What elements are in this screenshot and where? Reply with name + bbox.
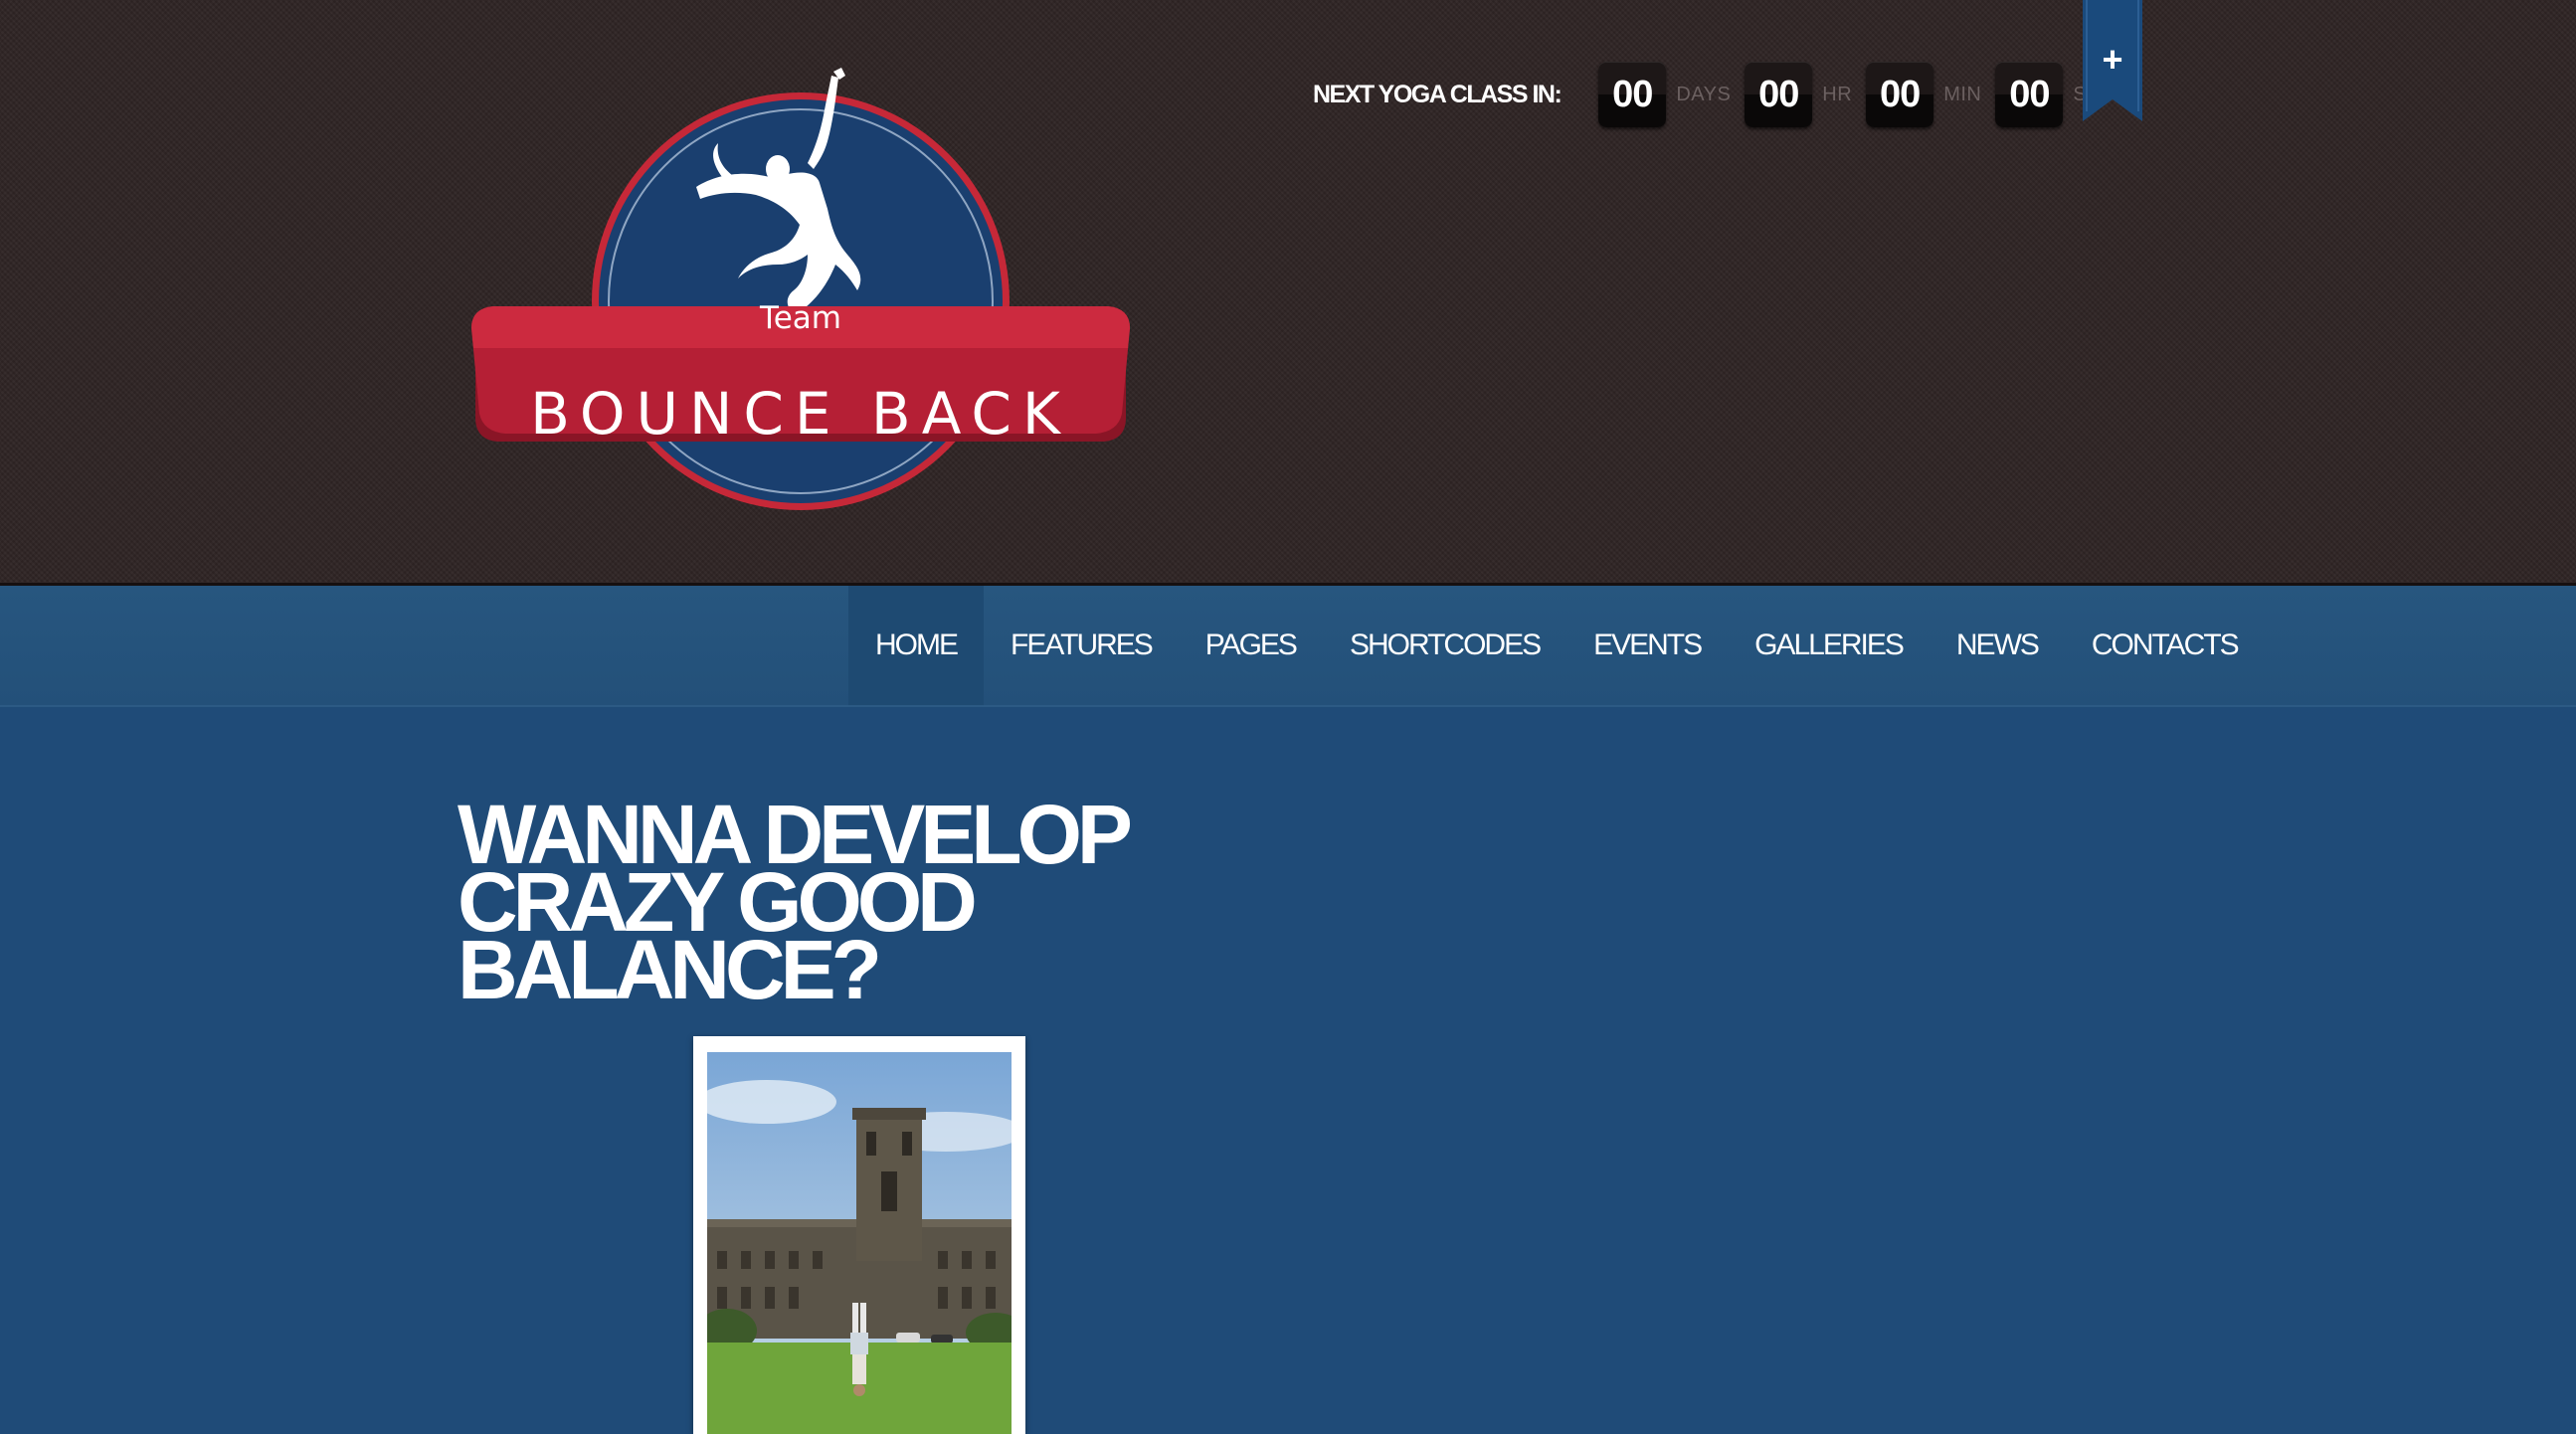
site-logo[interactable]: Team BOUNCE BACK (458, 60, 1154, 537)
nav-item-home[interactable]: HOME (848, 586, 984, 705)
nav-item-events[interactable]: EVENTS (1566, 586, 1728, 705)
class-countdown: NEXT YOGA CLASS IN: 00 DAYS 00 HR 00 MIN… (1313, 60, 2101, 129)
countdown-hours: 00 (1745, 62, 1813, 127)
main-navigation: HOME FEATURES PAGES SHORTCODES EVENTS GA… (0, 586, 2576, 707)
toggle-panel-ribbon[interactable]: + (2083, 0, 2142, 121)
nav-item-pages[interactable]: PAGES (1179, 586, 1323, 705)
nav-item-shortcodes[interactable]: SHORTCODES (1323, 586, 1566, 705)
countdown-days: 00 (1598, 62, 1667, 127)
nav-item-contacts[interactable]: CONTACTS (2065, 586, 2265, 705)
hero-photo-frame[interactable] (693, 1036, 1025, 1434)
logo-brand-text: BOUNCE BACK (530, 380, 1071, 448)
nav-item-news[interactable]: NEWS (1930, 586, 2065, 705)
countdown-days-unit: DAYS (1676, 83, 1732, 105)
site-header: Team BOUNCE BACK NEXT YOGA CLASS IN: 00 … (0, 0, 2576, 586)
countdown-minutes-unit: MIN (1943, 83, 1982, 105)
countdown-hours-unit: HR (1822, 83, 1853, 105)
photo-illustration (707, 1052, 1012, 1434)
nav-item-features[interactable]: FEATURES (984, 586, 1179, 705)
logo-emblem (471, 68, 1130, 510)
countdown-label: NEXT YOGA CLASS IN: (1313, 80, 1563, 108)
nav-menu: HOME FEATURES PAGES SHORTCODES EVENTS GA… (848, 586, 2265, 705)
hero-headline: WANNA DEVELOP CRAZY GOOD BALANCE? (458, 793, 1353, 1011)
countdown-minutes: 00 (1866, 62, 1934, 127)
plus-icon[interactable]: + (2083, 42, 2142, 78)
nav-item-galleries[interactable]: GALLERIES (1728, 586, 1930, 705)
countdown-seconds: 00 (1995, 62, 2064, 127)
logo-team-text: Team (760, 300, 841, 336)
hero-photo (707, 1052, 1012, 1434)
